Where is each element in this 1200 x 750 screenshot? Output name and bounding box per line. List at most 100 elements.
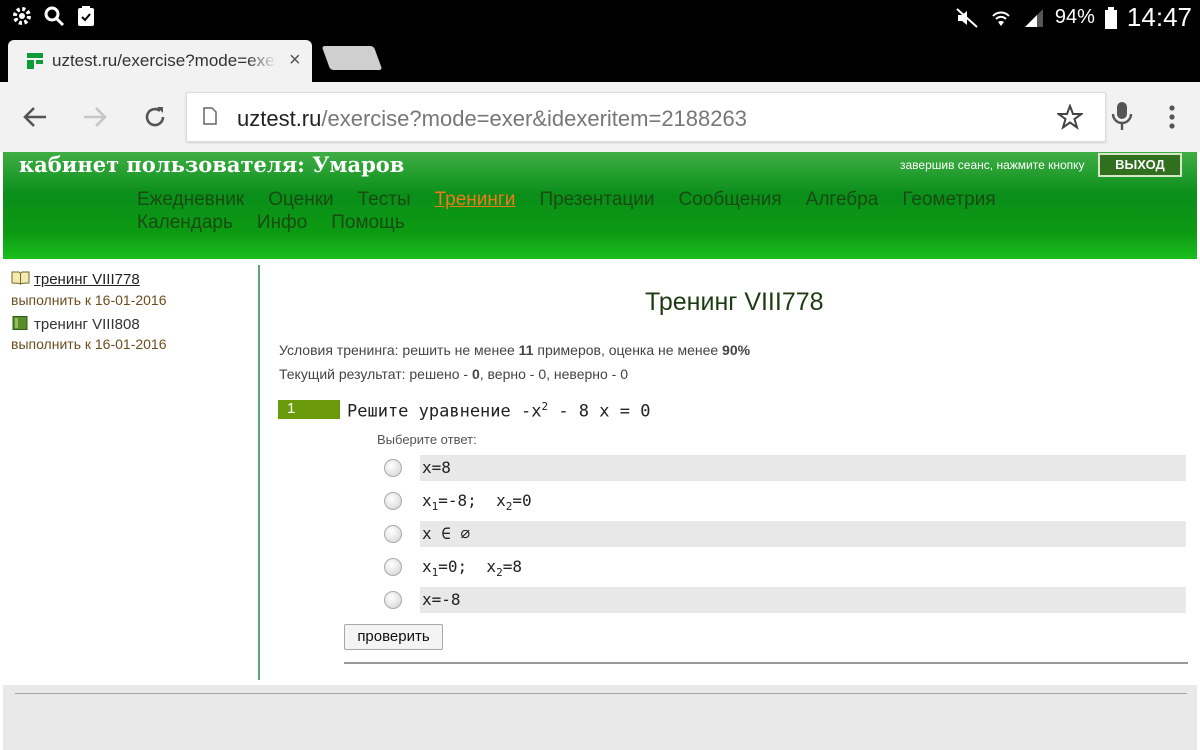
answer-part: x ∈ ∅: [422, 524, 471, 543]
user-cabinet-title: кабинет пользователя: Умаров: [19, 152, 405, 177]
nav-diary[interactable]: Ежедневник: [137, 188, 244, 211]
settings-icon: [13, 7, 31, 25]
choose-answer-label: Выберите ответ:: [377, 432, 477, 447]
nav-help[interactable]: Помощь: [331, 211, 404, 234]
nav-messages[interactable]: Сообщения: [679, 188, 782, 211]
page-footer: [3, 685, 1197, 750]
answer-text: x1=-8; x2=0: [422, 491, 532, 513]
sidebar-divider: [258, 265, 260, 680]
answer-part: =-8; x: [438, 491, 506, 510]
answer-part: x: [422, 557, 432, 576]
answer-text: x=8: [422, 458, 451, 477]
cur-prefix: Текущий результат: решено -: [279, 366, 472, 382]
answer-text: x1=0; x2=8: [422, 557, 522, 579]
answer-text: x=-8: [422, 590, 461, 609]
cur-solved: 0: [471, 366, 480, 382]
logout-button[interactable]: ВЫХОД: [1098, 153, 1182, 177]
answer-radio-5[interactable]: [384, 591, 402, 609]
url-text[interactable]: uztest.ru/exercise?mode=exer&idexeritem=…: [237, 106, 747, 132]
footer-divider: [15, 693, 1187, 694]
url-path: /exercise?mode=exer&idexeritem=2188263: [321, 106, 747, 131]
cond-count: 11: [518, 342, 534, 358]
page-icon: [203, 107, 217, 125]
answer-option-5[interactable]: x=-8: [420, 587, 1186, 613]
answer-radio-2[interactable]: [384, 492, 402, 510]
cur-rest: , верно - 0, неверно - 0: [479, 366, 629, 382]
answer-radio-1[interactable]: [384, 459, 402, 477]
answer-part: x: [422, 491, 432, 510]
site-header: кабинет пользователя: Умаров завершив се…: [3, 152, 1197, 259]
nav-calendar[interactable]: Календарь: [137, 211, 233, 234]
sidebar-item-due: выполнить к 16-01-2016: [11, 336, 167, 352]
bookmark-star-icon[interactable]: [1057, 104, 1083, 130]
tab-close-icon[interactable]: ×: [289, 50, 301, 70]
sidebar-item-training-1[interactable]: тренинг VIII778: [11, 271, 140, 289]
battery-icon: [1104, 6, 1117, 29]
site-favicon-icon: [27, 53, 43, 69]
tab-strip: uztest.ru/exercise?mode=exer&idexeritem=…: [0, 32, 1200, 82]
nav-presentations[interactable]: Презентации: [539, 188, 654, 211]
signal-icon: [1024, 8, 1043, 27]
answer-part: =0: [512, 491, 532, 510]
answer-part: =0; x: [438, 557, 497, 576]
closed-book-icon: [12, 316, 28, 330]
answer-option-3[interactable]: x ∈ ∅: [420, 521, 1186, 547]
url-host: uztest.ru: [237, 106, 322, 131]
forward-button[interactable]: [80, 102, 110, 132]
cond-mid: примеров, оценка не менее: [533, 342, 723, 358]
open-book-icon: [11, 271, 30, 285]
nav-geometry[interactable]: Геометрия: [902, 188, 995, 211]
wifi-icon: [992, 11, 1010, 26]
current-result: Текущий результат: решено - 0, верно - 0…: [279, 366, 628, 382]
overflow-menu-icon[interactable]: [1162, 104, 1182, 130]
clock: 14:47: [1126, 2, 1192, 32]
training-conditions: Условия тренинга: решить не менее 11 при…: [279, 342, 750, 358]
answer-text: x ∈ ∅: [422, 524, 470, 543]
mute-icon: [956, 7, 978, 28]
nav-info[interactable]: Инфо: [257, 211, 307, 234]
answer-option-1[interactable]: x=8: [420, 455, 1186, 481]
browser-tab[interactable]: uztest.ru/exercise?mode=exer&idexeritem=…: [8, 40, 312, 82]
question-prefix: Решите уравнение -x: [347, 401, 542, 422]
reload-icon: [145, 107, 165, 127]
browser-toolbar: uztest.ru/exercise?mode=exer&idexeritem=…: [0, 82, 1200, 152]
cond-percent: 90%: [722, 342, 751, 358]
answer-part: x=-8: [422, 590, 461, 609]
reload-button[interactable]: [140, 102, 170, 132]
sidebar-item-due: выполнить к 16-01-2016: [11, 292, 167, 308]
sidebar-item-training-2[interactable]: тренинг VIII808: [11, 316, 140, 334]
sidebar-item-label: тренинг VIII778: [34, 271, 140, 288]
nav-tests[interactable]: Тесты: [358, 188, 411, 211]
answer-radio-4[interactable]: [384, 558, 402, 576]
address-bar[interactable]: uztest.ru/exercise?mode=exer&idexeritem=…: [186, 92, 1106, 142]
nav-trainings[interactable]: Тренинги: [435, 188, 516, 211]
answer-option-2[interactable]: x1=-8; x2=0: [420, 488, 1186, 514]
answer-option-4[interactable]: x1=0; x2=8: [420, 554, 1186, 580]
forward-arrow-icon: [84, 107, 107, 127]
nav-algebra[interactable]: Алгебра: [806, 188, 879, 211]
sidebar: тренинг VIII778 выполнить к 16-01-2016 т…: [0, 265, 258, 680]
battery-level: 94%: [1054, 6, 1095, 28]
tab-title: uztest.ru/exercise?mode=exer&idexeritem=…: [52, 51, 277, 71]
microphone-icon[interactable]: [1110, 100, 1134, 132]
back-button[interactable]: [20, 102, 50, 132]
page-title: Тренинг VIII778: [645, 288, 824, 316]
answer-part: =8: [502, 557, 522, 576]
cond-prefix: Условия тренинга: решить не менее: [279, 342, 519, 358]
search-icon: [44, 6, 65, 27]
question-number: 1: [278, 400, 340, 419]
question-text: Решите уравнение -x2 - 8 x = 0: [347, 400, 650, 422]
nav-grades[interactable]: Оценки: [268, 188, 333, 211]
answer-part: x=8: [422, 458, 451, 477]
new-tab-button[interactable]: [321, 46, 383, 70]
answer-radio-3[interactable]: [384, 525, 402, 543]
question-suffix: - 8 x = 0: [548, 401, 651, 422]
answer-subscript: 2: [496, 566, 503, 580]
status-bar: 94% 14:47: [0, 0, 1200, 32]
check-button[interactable]: проверить: [344, 624, 443, 650]
clipboard-icon: [78, 6, 94, 26]
content-divider: [344, 662, 1188, 664]
back-arrow-icon: [23, 107, 46, 127]
sidebar-item-label: тренинг VIII808: [34, 316, 140, 333]
logout-hint: завершив сеанс, нажмите кнопку: [900, 158, 1085, 172]
